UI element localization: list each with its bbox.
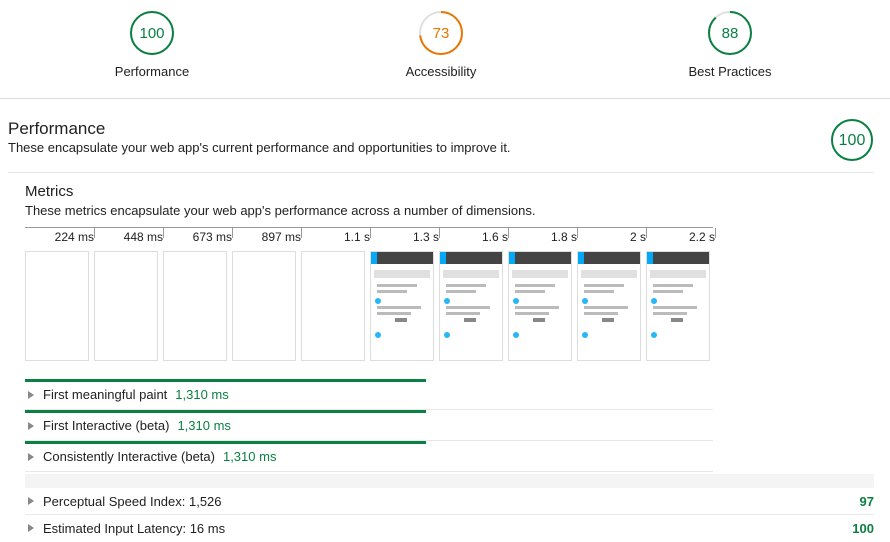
audit-score: 97 (859, 494, 874, 509)
best-practices-gauge-ring: 88 (708, 11, 752, 55)
filmstrip-frame (301, 251, 365, 361)
performance-gauge-ring: 100 (130, 11, 174, 55)
metric-name: First Interactive (beta) (43, 418, 170, 433)
filmstrip-frame (163, 251, 227, 361)
filmstrip-frame (646, 251, 710, 361)
section-title: Performance (8, 119, 106, 138)
timeline-tick-label: 673 ms (163, 228, 233, 244)
metric-row-first-interactive[interactable]: First Interactive (beta) 1,310 ms (25, 412, 713, 441)
timeline-tick-label: 1.6 s (439, 228, 509, 244)
metric-value: 1,310 ms (177, 418, 231, 433)
expand-caret-icon[interactable] (28, 391, 34, 399)
section-score-gauge: 100 (830, 118, 874, 167)
metrics-description: These metrics encapsulate your web app's… (25, 203, 536, 218)
section-score: 100 (839, 132, 866, 149)
metric-value: 1,310 ms (222, 449, 277, 464)
filmstrip-frame (508, 251, 572, 361)
metric-name: First meaningful paint (43, 387, 168, 402)
category-scores-header: 100 Performance 73 Accessibility 88 Best… (0, 0, 890, 99)
filmstrip-timeline: 224 ms 448 ms 673 ms 897 ms 1.1 s 1.3 s 1.6 s1… (25, 227, 716, 248)
audit-name: Estimated Input Latency: 16 ms (43, 521, 226, 536)
filmstrip-frame (25, 251, 89, 361)
timeline-tick-label: 2 s (577, 228, 647, 244)
metrics-title: Metrics (25, 183, 74, 200)
filmstrip-frames (25, 251, 713, 361)
filmstrip-frame (577, 251, 641, 361)
accessibility-label: Accessibility (405, 64, 477, 79)
metric-row-consistently-interactive[interactable]: Consistently Interactive (beta) 1,310 ms (25, 443, 713, 472)
performance-score: 100 (139, 25, 164, 42)
best-practices-label: Best Practices (688, 64, 772, 79)
best-practices-score: 88 (722, 25, 739, 42)
expand-caret-icon[interactable] (28, 453, 34, 461)
audit-row-estimated-input-latency[interactable]: Estimated Input Latency: 16 ms 100 (25, 516, 874, 542)
filmstrip-frame (370, 251, 434, 361)
best-practices-gauge[interactable]: 88 Best Practices (650, 10, 810, 79)
accessibility-gauge-ring: 73 (419, 11, 463, 55)
audit-score: 100 (852, 521, 874, 536)
performance-label: Performance (114, 64, 190, 79)
expand-caret-icon[interactable] (28, 497, 34, 505)
timeline-tick-label: 448 ms (94, 228, 164, 244)
timeline-tick-label: 1.8 s (508, 228, 578, 244)
metric-row-first-meaningful-paint[interactable]: First meaningful paint 1,310 ms (25, 381, 713, 410)
divider (25, 514, 874, 515)
section-description: These encapsulate your web app's current… (8, 140, 511, 155)
divider (8, 172, 874, 173)
accessibility-gauge[interactable]: 73 Accessibility (361, 10, 521, 79)
timeline-tick-label: 2.2 s (646, 228, 716, 244)
timeline-tick-label: 897 ms (232, 228, 302, 244)
expand-caret-icon[interactable] (28, 524, 34, 532)
audit-group-separator (25, 474, 874, 488)
timeline-tick-label: 1.1 s (301, 228, 371, 244)
audit-row-perceptual-speed-index[interactable]: Perceptual Speed Index: 1,526 97 (25, 489, 874, 515)
filmstrip-frame (94, 251, 158, 361)
section-score-ring: 100 (831, 119, 873, 161)
performance-gauge[interactable]: 100 Performance (72, 10, 232, 79)
metric-value: 1,310 ms (175, 387, 229, 402)
expand-caret-icon[interactable] (28, 422, 34, 430)
audit-name: Perceptual Speed Index: 1,526 (43, 494, 222, 509)
timeline-tick-label: 224 ms (25, 228, 95, 244)
filmstrip-frame (439, 251, 503, 361)
metric-name: Consistently Interactive (beta) (43, 449, 215, 464)
filmstrip-frame (232, 251, 296, 361)
accessibility-score: 73 (433, 25, 450, 42)
timeline-tick-label: 1.3 s (370, 228, 440, 244)
